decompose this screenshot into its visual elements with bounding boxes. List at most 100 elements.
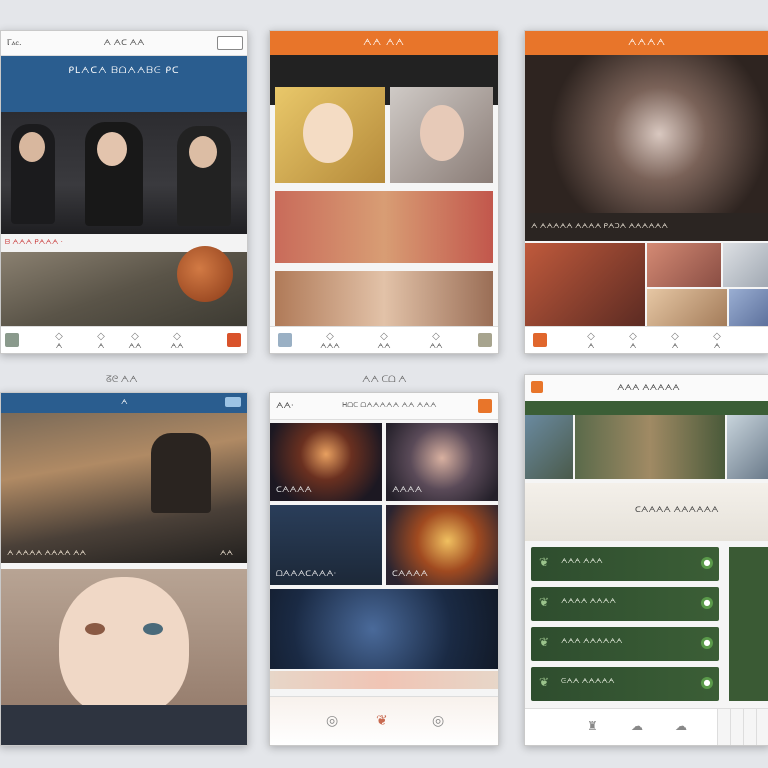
action-icon[interactable]	[478, 333, 492, 347]
app-icon[interactable]	[531, 381, 543, 393]
header-banner: ᗅᗅᗅᗅ	[525, 31, 768, 55]
caption-bar: ᗅ ᗅᗅᗅᗅᗅ ᗅᗅᗅᗅ ᑭᗅᑐᗅ ᗅᗅᗅᗅᗅᗅ	[525, 213, 768, 241]
home-icon[interactable]	[533, 333, 547, 347]
leaf-icon: ❦	[539, 595, 550, 609]
leaf-icon: ❦	[539, 675, 550, 689]
tab-icon: ◇	[173, 331, 181, 342]
tile-1[interactable]: ᑕᗅᗅᗅᗅ	[270, 423, 382, 501]
landscape-image[interactable]	[1, 246, 247, 328]
tab-icon-2[interactable]: ❦	[376, 713, 388, 729]
section-header: ᑕᗅᗅᗅᗅ ᗅᗅᗅᗅᗅᗅ	[525, 483, 768, 541]
tab-3[interactable]: ◇ ᗅᗅ	[416, 331, 456, 351]
hero-caption: ᗅ ᗅᗅᗅᗅ ᗅᗅᗅᗅ ᗅᗅ	[7, 549, 87, 557]
status-bar: Ⲅⲁⲥ. ᗅ ᗅᑕ ᗅᗅ	[1, 31, 247, 56]
hero-image[interactable]	[1, 112, 247, 234]
thumb-5[interactable]	[729, 289, 768, 329]
caption-bar: ᗅ ᗅᗅᗅᗅ ᗅᗅᗅᗅ ᗅᗅ ᗅᗅ	[1, 543, 247, 563]
tab-bar: ◇ ᗅᗅᗅ ◇ ᗅᗅ ◇ ᗅᗅ	[270, 326, 498, 353]
status-dot: ●	[701, 597, 713, 609]
tile-5[interactable]	[270, 589, 498, 669]
portrait-image[interactable]	[1, 569, 247, 745]
leaf-icon: ❦	[539, 555, 550, 569]
tab-4[interactable]: ◇ ᗅ	[697, 331, 737, 351]
banner-image-3[interactable]	[727, 415, 768, 479]
top-strip	[525, 401, 768, 415]
tab-4[interactable]: ◇ ᗅᗅ	[157, 331, 197, 351]
app-title: ᗅᗅᗅ ᗅᗅᗅᗅᗅ	[617, 383, 680, 392]
tab-icon-1[interactable]: ♜	[587, 719, 598, 733]
tile-3[interactable]: ᗝᗅᗅᗅᑕᗅᗅᗅ·	[270, 505, 382, 585]
tab-3[interactable]: ◇ ᗅ	[655, 331, 695, 351]
thumb-2[interactable]	[647, 243, 721, 287]
tab-icon-3[interactable]: ◎	[432, 713, 444, 729]
portrait-dark[interactable]	[390, 87, 493, 183]
tab-1[interactable]: ◇ ᗅ	[571, 331, 611, 351]
tab-icon: ◇	[432, 331, 440, 342]
tab-bar: ♜ ☁ ☁	[525, 708, 768, 745]
divider-band	[270, 671, 498, 689]
thumb-4[interactable]	[647, 289, 727, 329]
tab-1[interactable]: ◇ ᗅ	[39, 331, 79, 351]
gallery-icon[interactable]	[278, 333, 292, 347]
tab-2[interactable]: ◇ ᗅ	[613, 331, 653, 351]
tile-2[interactable]: ᗅᗅᗅᗅ	[386, 423, 498, 501]
header-bar: ᗅ	[1, 393, 247, 413]
tab-icon: ◇	[55, 331, 63, 342]
status-dot: ●	[701, 637, 713, 649]
battery-icon	[217, 36, 243, 50]
status-left: ᗅ	[121, 398, 128, 406]
section-title: ᑕᗅᗅᗅᗅ ᗅᗅᗅᗅᗅᗅ	[635, 505, 719, 514]
hero-image[interactable]	[525, 55, 768, 213]
banner-title: ᑭⅬᗅᑕᗅ ᗷᗝᗅᗅᗷᕮ ᑭᑕ	[68, 66, 180, 76]
banner-image-2[interactable]	[575, 415, 725, 479]
list-item[interactable]: ❦ ᗅᗅᗅ ᗅᗅᗅ ●	[531, 547, 719, 581]
action-icon[interactable]	[227, 333, 241, 347]
hero-image[interactable]	[1, 413, 247, 563]
tab-bar: ◇ ᗅ ◇ ᗅ ◇ ᗅ ◇ ᗅ	[525, 326, 768, 353]
list-item[interactable]: ❦ ᗅᗅᗅ ᗅᗅᗅᗅᗅᗅ ●	[531, 627, 719, 661]
tab-icon-2[interactable]: ☁	[631, 719, 643, 733]
tab-2[interactable]: ◇ ᗅᗅ	[364, 331, 404, 351]
header-banner: ᗅᗅ ᗅᗅ	[270, 31, 498, 55]
landscape-image[interactable]	[275, 191, 493, 263]
banner-image-1[interactable]	[525, 415, 573, 479]
tab-icon: ◇	[380, 331, 388, 342]
battery-icon	[225, 397, 241, 407]
menu-icon[interactable]	[478, 399, 492, 413]
tab-icon: ◇	[629, 331, 637, 342]
thumb-1[interactable]	[525, 243, 645, 329]
list-item[interactable]: ❦ ᕮᗅᗅ ᗅᗅᗅᗅᗅ ●	[531, 667, 719, 701]
screen-3: ᗅᗅᗅᗅ ᗅ ᗅᗅᗅᗅᗅ ᗅᗅᗅᗅ ᑭᗅᑐᗅ ᗅᗅᗅᗅᗅᗅ ◇ ᗅ ◇ ᗅ ◇ ᗅ ◇…	[524, 30, 768, 354]
caption-bottom-center: ᗅᗅ ᑕᗝ ᗅ	[362, 374, 407, 384]
home-icon[interactable]	[5, 333, 19, 347]
tab-icon-3[interactable]: ☁	[675, 719, 687, 733]
side-panel	[729, 547, 768, 701]
tab-icon: ◇	[587, 331, 595, 342]
portrait-blonde[interactable]	[275, 87, 385, 183]
screen-1: Ⲅⲁⲥ. ᗅ ᗅᑕ ᗅᗅ ᑭⅬᗅᑕᗅ ᗷᗝᗅᗅᗷᕮ ᑭᑕ ᗷ ᗅᗅᗅ ᑭᗅᗅᗅ …	[0, 30, 248, 354]
app-title: ᗅᗅ·	[276, 401, 294, 410]
app-subtitle: ᕼᗝᑕ ᗝᗅᗅᗅᗅᗅ ᗅᗅ ᗅᗅᗅ	[342, 401, 437, 409]
tab-icon: ◇	[131, 331, 139, 342]
tile-4[interactable]: ᑕᗅᗅᗅᗅ	[386, 505, 498, 585]
tab-icon-1[interactable]: ◎	[326, 713, 338, 729]
hero-caption-right: ᗅᗅ	[219, 549, 233, 557]
header-bar: ᗅᗅ· ᕼᗝᑕ ᗝᗅᗅᗅᗅᗅ ᗅᗅ ᗅᗅᗅ	[270, 393, 498, 420]
tab-1[interactable]: ◇ ᗅᗅᗅ	[310, 331, 350, 351]
list-item[interactable]: ❦ ᗅᗅᗅᗅ ᗅᗅᗅᗅ ●	[531, 587, 719, 621]
screen-6: ᗅᗅᗅ ᗅᗅᗅᗅᗅ ᑕᗅᗅᗅᗅ ᗅᗅᗅᗅᗅᗅ ❦ ᗅᗅᗅ ᗅᗅᗅ ● ❦ ᗅᗅᗅ…	[524, 374, 768, 746]
tab-3[interactable]: ◇ ᗅᗅ	[115, 331, 155, 351]
banner-title: ᗅᗅᗅᗅ	[628, 38, 666, 48]
thumb-3[interactable]	[723, 243, 768, 287]
city-image[interactable]	[275, 271, 493, 327]
screen-5: ᗅᗅ· ᕼᗝᑕ ᗝᗅᗅᗅᗅᗅ ᗅᗅ ᗅᗅᗅ ᑕᗅᗅᗅᗅ ᗅᗅᗅᗅ ᗝᗅᗅᗅᑕᗅᗅ…	[269, 392, 499, 746]
leaf-icon: ❦	[539, 635, 550, 649]
tab-icon: ◇	[671, 331, 679, 342]
banner-title: ᗅᗅ ᗅᗅ	[363, 38, 405, 48]
header-banner: ᑭⅬᗅᑕᗅ ᗷᗝᗅᗅᗷᕮ ᑭᑕ	[1, 56, 247, 112]
tab-icon: ◇	[326, 331, 334, 342]
keypad-grid[interactable]	[717, 709, 768, 745]
header-bar: ᗅᗅᗅ ᗅᗅᗅᗅᗅ	[525, 375, 768, 402]
tab-icon: ◇	[713, 331, 721, 342]
status-dot: ●	[701, 677, 713, 689]
